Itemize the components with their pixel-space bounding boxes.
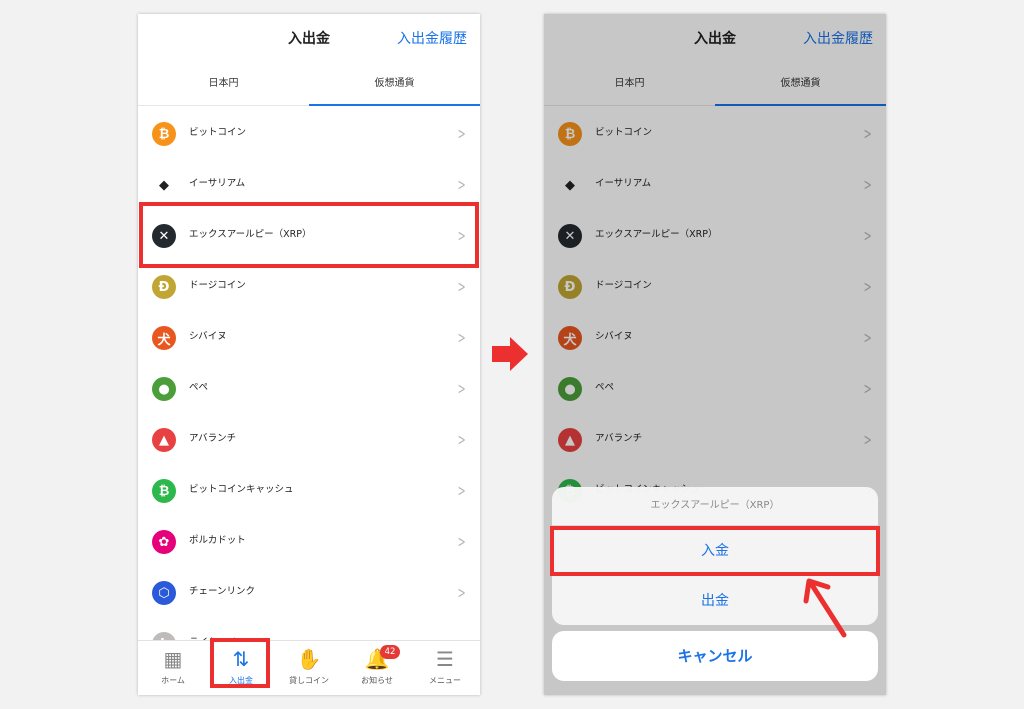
coin-row[interactable]: ⬡ チェーンリンク > [138,565,480,616]
bottom-navigation: ▦ ホーム ⇅ 入出金 ✋ 貸しコイン 🔔 42 お知らせ ☰ メニュー [138,640,480,695]
deposit-history-link[interactable]: 入出金履歴 [397,28,467,48]
hamburger-menu-icon: ☰ [436,647,454,671]
tab-jpy[interactable]: 日本円 [138,66,309,106]
nav-notifications[interactable]: 🔔 42 お知らせ [344,641,410,695]
nav-label: ホーム [161,676,185,685]
nav-label: お知らせ [361,676,393,685]
avalanche-icon: ▲ [152,428,176,452]
coin-label: イーサリアム [189,178,246,189]
chainlink-icon: ⬡ [152,581,176,605]
coin-label: ビットコインキャッシュ [189,484,294,495]
bitcoin-icon: ₿ [152,122,176,146]
pointer-arrow-icon [803,578,847,638]
step-arrow-icon [492,337,528,371]
tab-crypto[interactable]: 仮想通貨 [309,66,480,106]
coin-label: ペペ [189,382,209,393]
bitcoin-cash-icon: ₿ [152,479,176,503]
lending-coin-icon: ✋ [296,647,322,671]
nav-lending[interactable]: ✋ 貸しコイン [276,641,342,695]
currency-tabs: 日本円 仮想通貨 [138,66,480,106]
coin-row[interactable]: 犬 シバイヌ > [138,310,480,361]
nav-deposit-highlight [210,638,270,688]
shiba-inu-icon: 犬 [152,326,176,350]
bell-icon: 🔔 [364,647,390,671]
chevron-right-icon: > [457,328,466,347]
coin-row[interactable]: ✿ ポルカドット > [138,514,480,565]
phone-screen-coin-list: 入出金 入出金履歴 日本円 仮想通貨 ₿ ビットコイン > ◆ イーサリアム > ✕ エックス… [138,14,480,695]
coin-row[interactable]: ₿ ビットコイン > [138,106,480,157]
coin-row[interactable]: ₿ ビットコインキャッシュ > [138,463,480,514]
notification-badge: 42 [380,645,400,659]
coin-row[interactable]: ▲ アバランチ > [138,412,480,463]
chevron-right-icon: > [457,583,466,602]
chevron-right-icon: > [457,277,466,296]
home-grid-icon: ▦ [163,647,183,671]
app-header: 入出金 入出金履歴 [138,14,480,64]
coin-label: ドージコイン [189,280,246,291]
coin-row[interactable]: ◆ イーサリアム > [138,157,480,208]
action-sheet-title: エックスアールピー（XRP） [650,500,780,511]
coin-row[interactable]: ● ペペ > [138,361,480,412]
coin-label: アバランチ [189,433,237,444]
ethereum-icon: ◆ [152,173,176,197]
pepe-icon: ● [152,377,176,401]
nav-menu[interactable]: ☰ メニュー [412,641,478,695]
nav-home[interactable]: ▦ ホーム [140,641,206,695]
coin-label: シバイヌ [189,331,227,342]
chevron-right-icon: > [457,124,466,143]
dogecoin-icon: Ð [152,275,176,299]
chevron-right-icon: > [457,430,466,449]
chevron-right-icon: > [457,379,466,398]
coin-label: ポルカドット [189,535,246,546]
coin-label: チェーンリンク [189,586,256,597]
xrp-row-highlight [139,202,479,268]
chevron-right-icon: > [457,481,466,500]
nav-label: 貸しコイン [289,676,329,685]
polkadot-icon: ✿ [152,530,176,554]
nav-label: メニュー [429,676,461,685]
deposit-button-highlight [550,526,880,576]
chevron-right-icon: > [457,532,466,551]
coin-label: ビットコイン [189,127,247,138]
chevron-right-icon: > [457,175,466,194]
